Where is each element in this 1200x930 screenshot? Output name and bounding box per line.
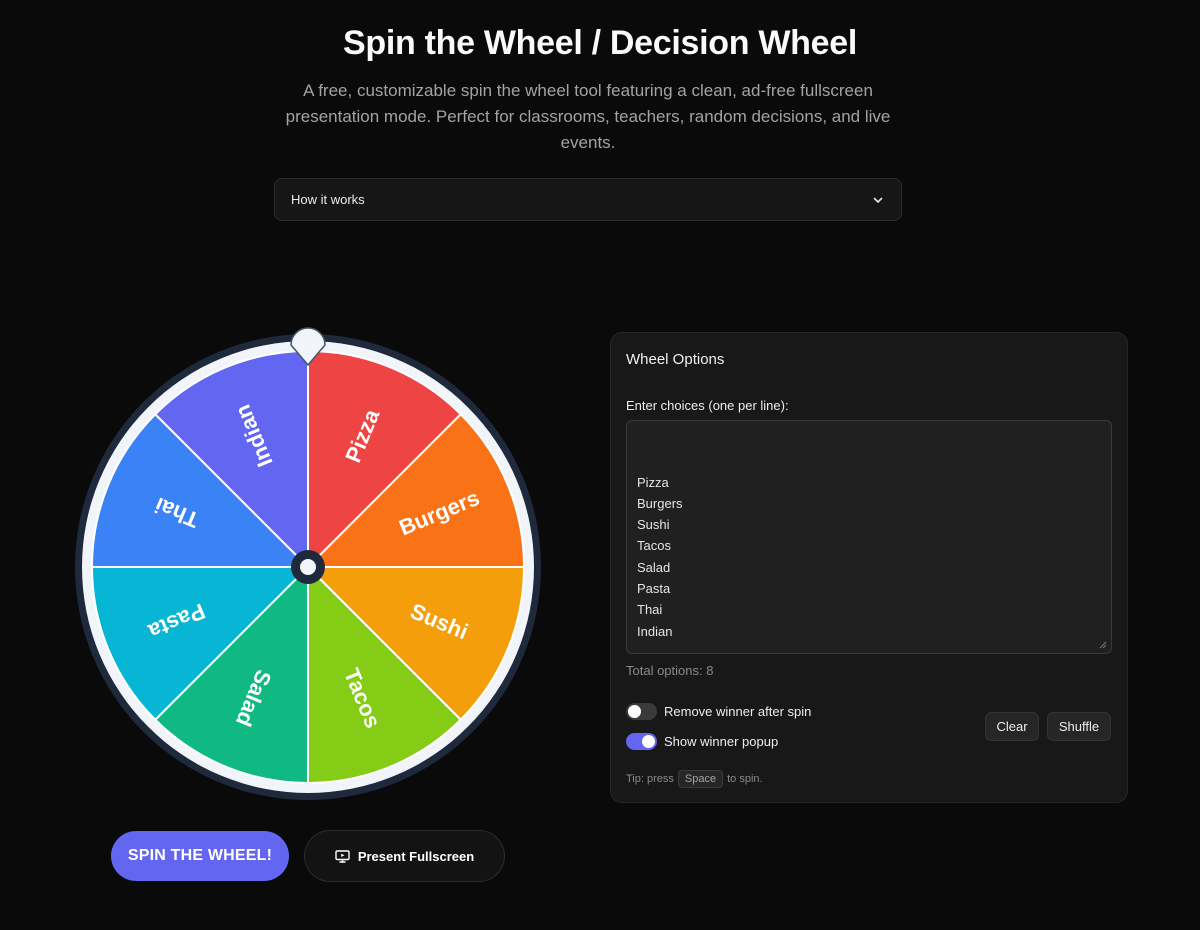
choices-label: Enter choices (one per line): xyxy=(626,398,789,413)
monitor-icon xyxy=(335,849,350,863)
wheel-graphic[interactable]: PizzaBurgersSushiTacosSaladPastaThaiIndi… xyxy=(72,315,544,805)
spin-button[interactable]: SPIN THE WHEEL! xyxy=(111,831,289,881)
toggle-knob xyxy=(628,705,641,718)
choice-line: Pasta xyxy=(637,581,671,597)
tip-text: Tip: press Space to spin. xyxy=(626,770,763,788)
tip-prefix: Tip: press xyxy=(626,773,674,785)
choice-line: Pizza xyxy=(637,474,669,490)
choice-line: Thai xyxy=(637,602,663,618)
show-popup-toggle-row[interactable]: Show winner popup xyxy=(626,733,778,750)
present-fullscreen-label: Present Fullscreen xyxy=(357,848,475,864)
how-it-works-accordion[interactable]: How it works xyxy=(274,178,902,221)
choices-textarea[interactable]: Pizza Burgers Sushi Tacos Salad Pasta Thai Indi… xyxy=(626,420,1112,654)
present-fullscreen-button[interactable]: Present Fullscreen xyxy=(304,830,505,882)
accordion-label: How it works xyxy=(291,192,365,207)
page-title: Spin the Wheel / Decision Wheel xyxy=(343,24,857,62)
wheel-options-panel: Wheel Options Enter choices (one per lin… xyxy=(610,332,1128,803)
clear-button[interactable]: Clear xyxy=(985,712,1039,741)
show-popup-toggle[interactable] xyxy=(626,733,657,750)
choice-line: Burgers xyxy=(637,495,683,511)
choice-line: Sushi xyxy=(637,517,670,533)
remove-winner-toggle[interactable] xyxy=(626,703,657,720)
toggle-knob xyxy=(642,735,655,748)
space-key: Space xyxy=(677,770,724,788)
shuffle-button[interactable]: Shuffle xyxy=(1047,712,1111,741)
chevron-down-icon xyxy=(873,197,883,203)
choice-line: Salad xyxy=(637,559,671,575)
resize-grip-icon[interactable] xyxy=(1099,641,1107,649)
wheel-hub-center xyxy=(300,559,316,575)
panel-title: Wheel Options xyxy=(626,351,725,368)
remove-winner-toggle-row[interactable]: Remove winner after spin xyxy=(626,703,811,720)
total-options: Total options: 8 xyxy=(626,663,714,678)
remove-winner-label: Remove winner after spin xyxy=(664,704,812,719)
spin-wheel[interactable]: Pizza Burgers Sushi Tacos Salad Pasta Thai Indi… xyxy=(72,315,544,805)
page-subtitle: A free, customizable spin the wheel tool… xyxy=(285,81,891,152)
show-popup-label: Show winner popup xyxy=(664,734,779,749)
choice-line: Indian xyxy=(637,623,673,639)
tip-suffix: to spin. xyxy=(727,773,763,785)
choice-line: Tacos xyxy=(637,538,671,554)
